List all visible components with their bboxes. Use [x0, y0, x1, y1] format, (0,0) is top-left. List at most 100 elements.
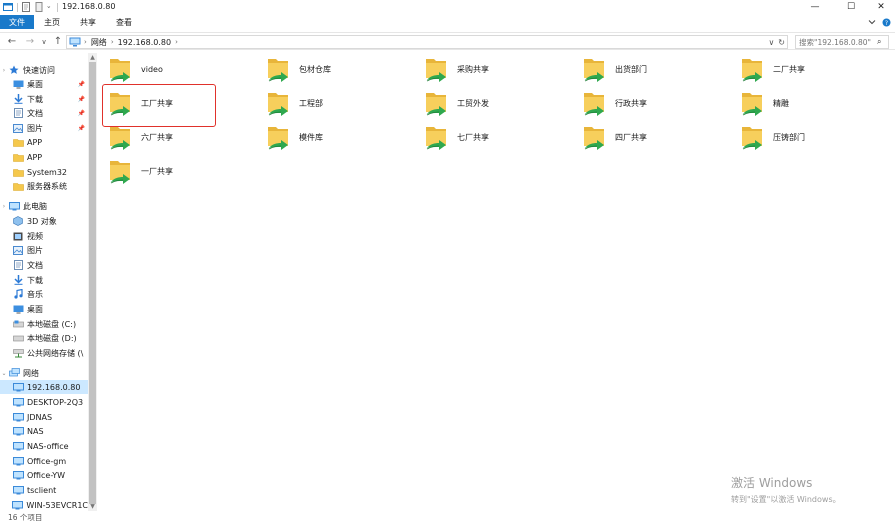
- download-icon: [12, 94, 24, 105]
- folder-label: 一厂共享: [141, 166, 173, 176]
- shared-folder[interactable]: 七厂共享: [423, 121, 573, 153]
- nav-scrollbar[interactable]: ▲ ▼: [88, 53, 97, 511]
- nav-pc-desktop[interactable]: 桌面: [0, 302, 88, 316]
- nav-quick-downloads[interactable]: 下载 📌: [0, 92, 88, 106]
- scroll-up-icon[interactable]: ▲: [88, 53, 97, 62]
- shared-folder[interactable]: 工程部: [265, 87, 415, 119]
- expand-chevron-icon[interactable]: ⌄: [0, 370, 8, 377]
- address-field[interactable]: › 网络 › 192.168.0.80 › ∨ ↻: [66, 35, 788, 49]
- nav-network[interactable]: ⌄ 网络: [0, 366, 88, 380]
- computer-icon: [12, 500, 24, 511]
- nav-pc-videos[interactable]: 视频: [0, 229, 88, 243]
- nav-this-pc[interactable]: › 此电脑: [0, 199, 88, 213]
- nav-pc-downloads[interactable]: 下载: [0, 273, 88, 287]
- drive-icon: [12, 333, 24, 344]
- folder-icon: [12, 152, 24, 163]
- video-icon: [12, 231, 24, 242]
- shared-folder-icon: [268, 127, 288, 150]
- tab-file[interactable]: 文件: [0, 15, 34, 29]
- address-bar-row: ← → ∨ ↑ › 网络 › 192.168.0.80 › ∨ ↻ ⌕: [0, 32, 895, 50]
- nav-pc-3d-objects[interactable]: 3D 对象: [0, 214, 88, 228]
- nav-quick-access[interactable]: › 快速访问: [0, 63, 88, 77]
- expand-chevron-icon[interactable]: ›: [0, 67, 8, 74]
- nav-quick-documents[interactable]: 文档 📌: [0, 106, 88, 120]
- search-box[interactable]: ⌕: [795, 35, 889, 49]
- back-button[interactable]: ←: [6, 35, 18, 48]
- nav-pc-drive-c[interactable]: 本地磁盘 (C:): [0, 317, 88, 331]
- shared-folder[interactable]: 采购共享: [423, 53, 573, 85]
- shared-folder[interactable]: 四厂共享: [581, 121, 731, 153]
- expand-chevron-icon[interactable]: ›: [0, 203, 8, 210]
- breadcrumb-host[interactable]: 192.168.0.80: [118, 38, 171, 47]
- scroll-down-icon[interactable]: ▼: [88, 502, 97, 511]
- recent-locations-dropdown[interactable]: ∨: [38, 35, 50, 48]
- tab-home[interactable]: 主页: [34, 15, 70, 29]
- nav-net-jdnas[interactable]: JDNAS: [0, 410, 88, 424]
- pin-icon: 📌: [77, 109, 85, 117]
- shared-folder[interactable]: 模件库: [265, 121, 415, 153]
- shared-folder[interactable]: 行政共享: [581, 87, 731, 119]
- folder-view: video 包材仓库 采购共享 出货部门 二厂共享 工厂共享 工程部 工贸外发 行政共享 精雕 六厂…: [97, 53, 895, 511]
- shared-folder[interactable]: video: [107, 53, 257, 85]
- nav-pc-pictures[interactable]: 图片: [0, 243, 88, 257]
- nav-net-office-gm[interactable]: Office-gm: [0, 454, 88, 468]
- address-dropdown-icon[interactable]: ∨: [768, 38, 774, 47]
- shared-folder[interactable]: 包材仓库: [265, 53, 415, 85]
- chevron-down-icon[interactable]: [868, 18, 876, 26]
- search-input[interactable]: [799, 37, 877, 47]
- nav-quick-app-1[interactable]: APP: [0, 135, 88, 149]
- nav-net-192-168-0-80[interactable]: 192.168.0.80: [0, 380, 88, 394]
- maximize-button[interactable]: ☐: [836, 0, 866, 14]
- shared-folder[interactable]: 出货部门: [581, 53, 731, 85]
- nav-pc-drive-d[interactable]: 本地磁盘 (D:): [0, 331, 88, 345]
- shared-folder[interactable]: 一厂共享: [107, 155, 257, 187]
- nav-pc-documents[interactable]: 文档: [0, 258, 88, 272]
- refresh-button[interactable]: ↻: [778, 38, 785, 47]
- minimize-button[interactable]: —: [800, 0, 830, 14]
- shared-folder[interactable]: 工贸外发: [423, 87, 573, 119]
- folder-label: 工程部: [299, 98, 323, 108]
- scrollbar-thumb[interactable]: [89, 62, 96, 504]
- folder-label: 出货部门: [615, 64, 647, 74]
- properties-icon[interactable]: [21, 2, 31, 12]
- shared-folder[interactable]: 精雕: [739, 87, 889, 119]
- nav-net-office-yw[interactable]: Office-YW: [0, 468, 88, 482]
- nav-pc-network-storage[interactable]: 公共网络存储 (\: [0, 346, 88, 360]
- breadcrumb-network[interactable]: 网络: [91, 37, 107, 48]
- close-button[interactable]: ✕: [866, 0, 895, 14]
- tab-view[interactable]: 查看: [106, 15, 142, 29]
- nav-net-nas-office[interactable]: NAS-office: [0, 439, 88, 453]
- shared-folder[interactable]: 二厂共享: [739, 53, 889, 85]
- nav-quick-server-system[interactable]: 服务器系统: [0, 179, 88, 193]
- up-button[interactable]: ↑: [52, 35, 64, 48]
- ribbon-controls: ?: [868, 15, 891, 29]
- forward-button[interactable]: →: [24, 35, 36, 48]
- nav-net-desktop-2q3[interactable]: DESKTOP-2Q3: [0, 395, 88, 409]
- nav-net-tsclient[interactable]: tsclient: [0, 483, 88, 497]
- tab-share[interactable]: 共享: [70, 15, 106, 29]
- nav-pc-music[interactable]: 音乐: [0, 287, 88, 301]
- quick-access-toolbar: [0, 1, 58, 13]
- toolbar-separator: [57, 2, 58, 12]
- nav-quick-app-2[interactable]: APP: [0, 150, 88, 164]
- picture-icon: [12, 123, 24, 134]
- pin-icon: 📌: [77, 124, 85, 132]
- address-tail: ∨ ↻: [768, 36, 785, 48]
- shared-folder-icon: [742, 93, 762, 116]
- 3d-objects-icon: [12, 216, 24, 227]
- pin-icon: 📌: [77, 80, 85, 88]
- explorer-window-icon: [3, 3, 13, 11]
- nav-quick-desktop[interactable]: 桌面 📌: [0, 77, 88, 91]
- help-icon[interactable]: ?: [882, 18, 891, 27]
- folder-label: 包材仓库: [299, 64, 331, 74]
- new-folder-icon[interactable]: [34, 2, 44, 12]
- nav-quick-system32[interactable]: System32: [0, 165, 88, 179]
- breadcrumb-chevron: ›: [84, 38, 87, 46]
- watermark-subtitle: 转到"设置"以激活 Windows。: [731, 495, 841, 504]
- shared-folder[interactable]: 压铸部门: [739, 121, 889, 153]
- nav-quick-pictures[interactable]: 图片 📌: [0, 121, 88, 135]
- nav-net-nas[interactable]: NAS: [0, 424, 88, 438]
- computer-icon: [12, 456, 24, 467]
- customize-toolbar-icon[interactable]: [47, 2, 53, 12]
- nav-net-win-53evcr1c[interactable]: WIN-53EVCR1C: [0, 498, 88, 511]
